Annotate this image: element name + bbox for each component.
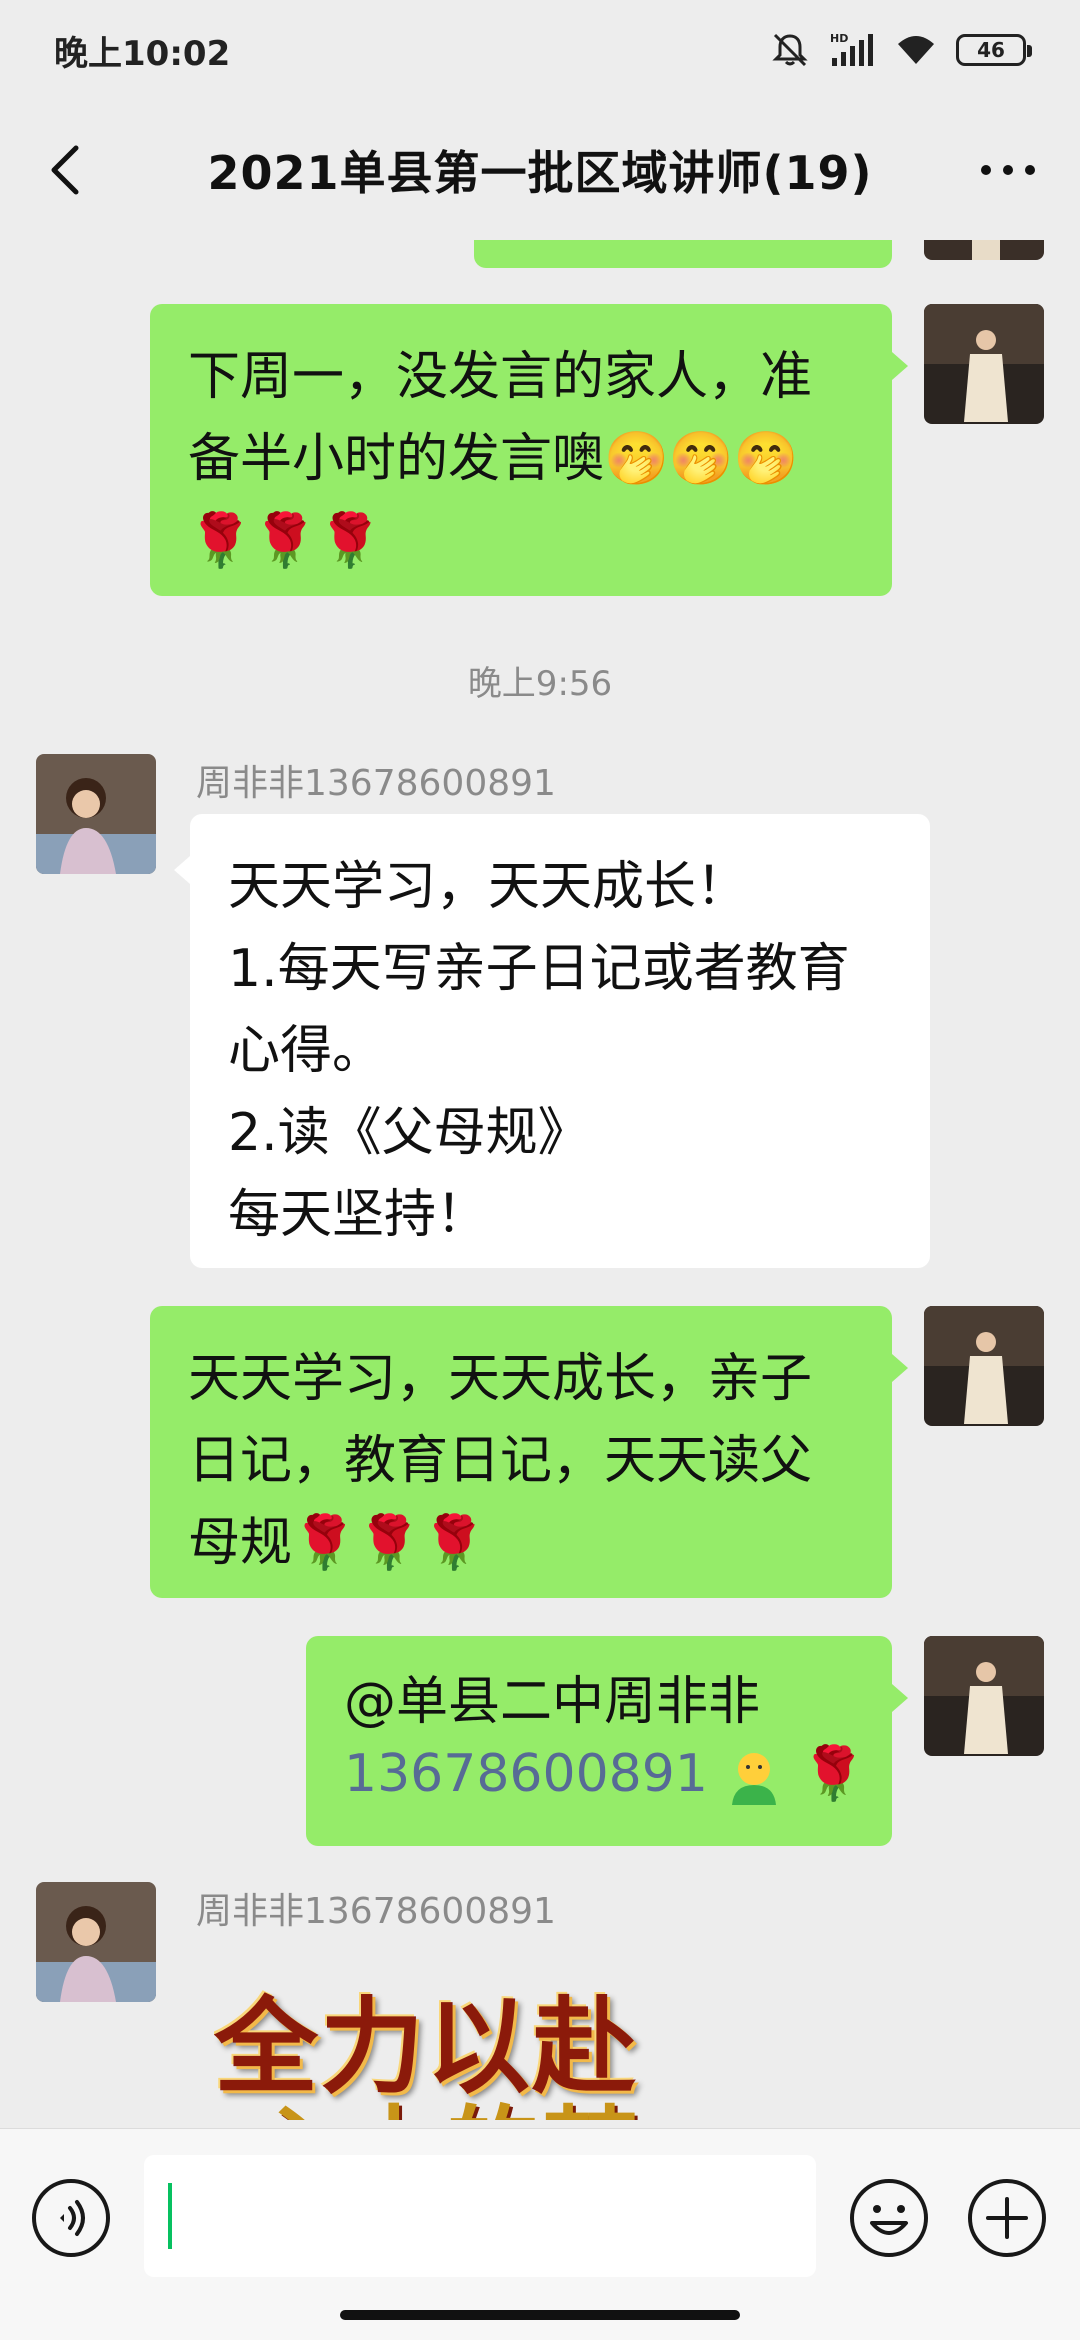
chat-header: 2021单县第一批区域讲师(19) [0,100,1080,240]
signal-icon: HD [830,32,873,66]
battery-level: 46 [977,38,1005,62]
mention-phone-link[interactable]: 13678600891 [344,1744,708,1804]
page-title: 2021单县第一批区域讲师(19) [207,146,873,200]
message-text-line: 🌹🌹🌹 [188,511,383,571]
status-bar: 晚上10:02 HD 46 [0,0,1080,100]
chat-message-list[interactable]: 下周一，没发言的家人，准 备半小时的发言噢🤭🤭🤭 🌹🌹🌹 晚上9:56 周非非1… [0,240,1080,2128]
message-text-line: 下周一，没发言的家人，准 [188,347,813,407]
timestamp: 晚上9:56 [467,664,613,704]
previous-message-bubble[interactable] [474,240,892,268]
bubble-tail [892,352,908,380]
self-avatar[interactable] [924,304,1044,424]
battery-indicator: 46 [956,34,1032,66]
message-emoji: 🌹 [801,1744,866,1804]
status-time: 晚上10:02 [54,33,231,74]
message-text-line: 2.读《父母规》 [228,1103,590,1163]
wifi-icon [898,36,934,64]
message-input[interactable] [144,2155,816,2277]
emoji-icon[interactable] [848,2177,930,2259]
message-text-line: 天天学习，天天成长！ [228,857,749,917]
more-dots-icon[interactable] [976,148,1040,192]
self-avatar[interactable] [924,240,1044,260]
sticker-text: 心中的梦 [248,2074,640,2120]
message-text-line: 备半小时的发言噢🤭🤭🤭 [188,429,799,489]
message-text-line: 母规🌹🌹🌹 [188,1513,487,1573]
sender-avatar[interactable] [36,1882,156,2002]
self-avatar[interactable] [924,1636,1044,1756]
message-bubble[interactable]: @单县二中周非非 13678600891 🌹 [306,1636,892,1846]
sticker-image[interactable]: 全力以赴 心中的梦 [214,1952,674,2120]
mute-icon [772,33,808,67]
sender-name: 周非非13678600891 [196,763,556,804]
mention-text: @单县二中周非非 [344,1672,761,1732]
chevron-left-icon[interactable] [40,142,96,198]
bubble-tail [174,856,190,884]
sender-avatar[interactable] [36,754,156,874]
bubble-tail [892,1354,908,1382]
message-bubble[interactable]: 天天学习，天天成长，亲子 日记，教育日记，天天读父 母规🌹🌹🌹 [150,1306,892,1598]
message-bubble[interactable]: 下周一，没发言的家人，准 备半小时的发言噢🤭🤭🤭 🌹🌹🌹 [150,304,892,596]
text-cursor [168,2183,172,2249]
message-text-line: 1.每天写亲子日记或者教育 [228,939,850,999]
self-avatar[interactable] [924,1306,1044,1426]
input-bar [0,2128,1080,2340]
message-text-line: 日记，教育日记，天天读父 [188,1431,813,1491]
home-indicator[interactable] [340,2310,740,2320]
voice-icon[interactable] [30,2177,112,2259]
message-text-line: 天天学习，天天成长，亲子 [188,1349,813,1409]
person-emoji-icon [732,1753,777,1805]
sender-name: 周非非13678600891 [196,1891,556,1932]
message-text-line: 心得。 [228,1021,385,1081]
message-bubble[interactable]: 天天学习，天天成长！ 1.每天写亲子日记或者教育 心得。 2.读《父母规》 每天… [190,814,930,1268]
message-text-line: 13678600891 🌹 [344,1738,866,1810]
network-label: HD [830,32,848,45]
bubble-tail [892,1684,908,1712]
plus-icon[interactable] [966,2177,1048,2259]
status-icons: HD 46 [770,30,1032,70]
message-text-line: 每天坚持！ [228,1185,489,1245]
